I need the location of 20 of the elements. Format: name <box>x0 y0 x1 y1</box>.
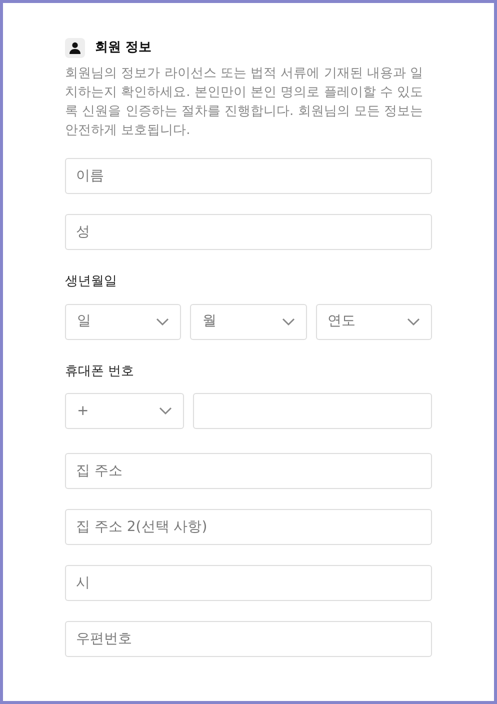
chevron-down-icon <box>156 318 170 326</box>
dropdown[interactable]: 일 <box>65 304 182 340</box>
dropdown[interactable]: 월 <box>190 304 307 340</box>
input-field[interactable]: 우편번호 <box>65 621 432 657</box>
section-title: 회원 정보 <box>95 39 152 58</box>
chevron-down-icon <box>406 318 420 326</box>
input-field[interactable]: 이름 <box>65 158 432 194</box>
field-label: 생년월일 <box>65 273 118 291</box>
dropdown[interactable]: 연도 <box>316 304 432 340</box>
chevron-down-icon <box>282 318 295 326</box>
phone-field[interactable] <box>193 393 432 429</box>
field-label: 휴대폰 번호 <box>65 362 136 380</box>
input-field[interactable]: 집 주소 2(선택 사항) <box>65 509 432 545</box>
description: 회원님의 정보가 라이선스 또는 법적 서류에 기재된 내용과 일치하는지 확인하세요. 본인만이 본인 명의로 플레이할 수 있도록 신원을 인증하는 절차를 진행합니다. 회원님의 모든 정보는 안전하게 보호됩니다. <box>65 65 424 140</box>
input-field[interactable]: 시 <box>65 565 432 601</box>
input-field[interactable]: 집 주소 <box>65 453 432 489</box>
user-icon <box>65 38 85 58</box>
dropdown[interactable]: + <box>65 393 184 429</box>
input-field[interactable]: 성 <box>65 214 432 250</box>
chevron-down-icon <box>159 407 172 415</box>
